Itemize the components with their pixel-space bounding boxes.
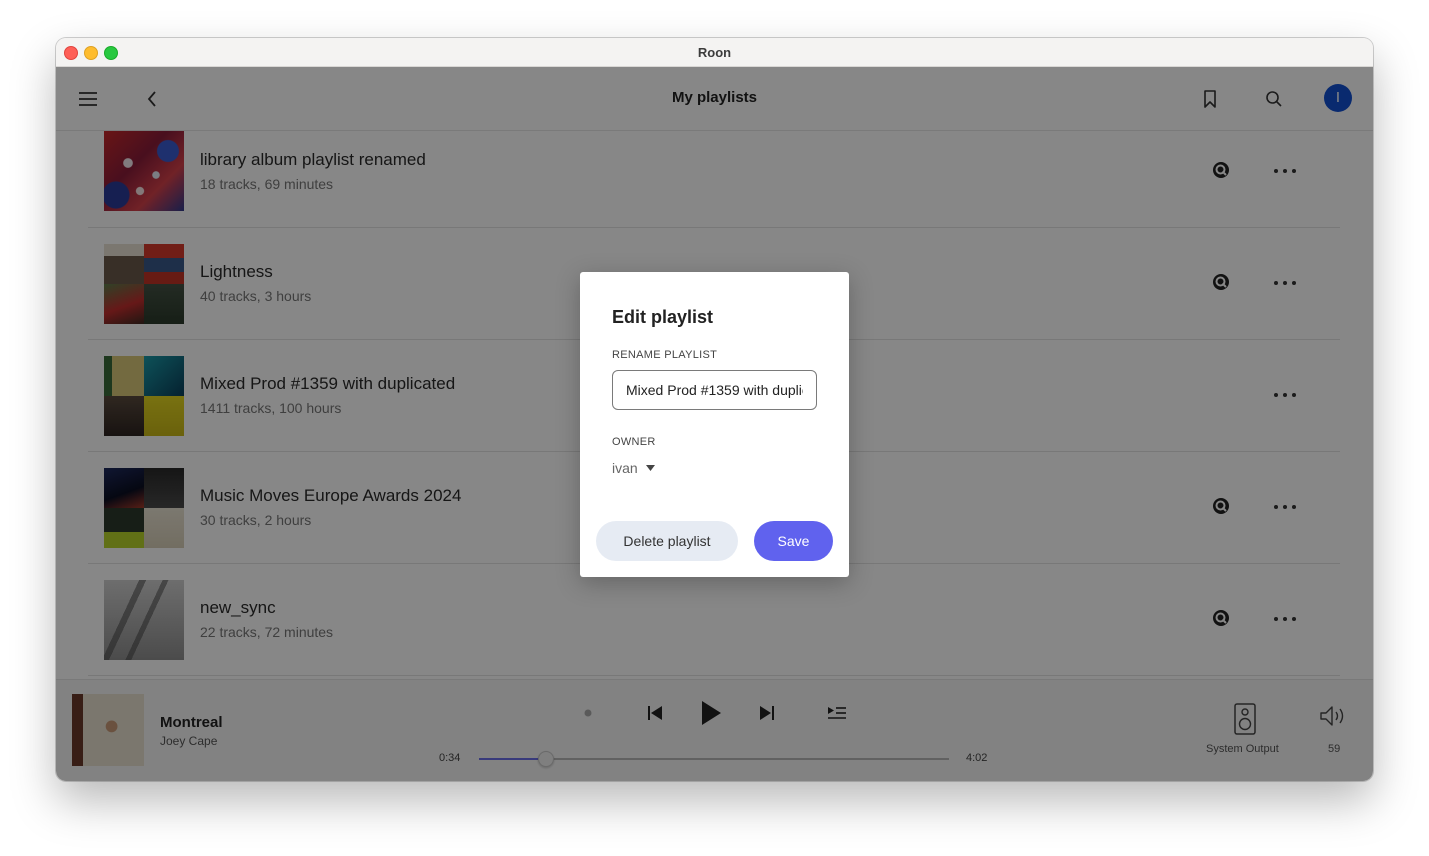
rename-playlist-input[interactable]: [612, 370, 817, 410]
edit-playlist-dialog: Edit playlist RENAME PLAYLIST OWNER ivan…: [580, 272, 849, 577]
delete-playlist-button[interactable]: Delete playlist: [596, 521, 738, 561]
owner-select[interactable]: ivan: [612, 460, 655, 476]
save-button[interactable]: Save: [754, 521, 833, 561]
rename-playlist-label: RENAME PLAYLIST: [612, 349, 718, 361]
title-bar: Roon: [56, 38, 1373, 67]
owner-label: OWNER: [612, 436, 656, 448]
window-title: Roon: [697, 45, 732, 60]
caret-down-icon: [645, 465, 655, 471]
dialog-title: Edit playlist: [612, 307, 714, 327]
app-window: Roon My playlists I library album playli…: [56, 38, 1373, 781]
owner-value: ivan: [612, 460, 638, 476]
app-content: My playlists I library album playlist re…: [56, 67, 1373, 781]
